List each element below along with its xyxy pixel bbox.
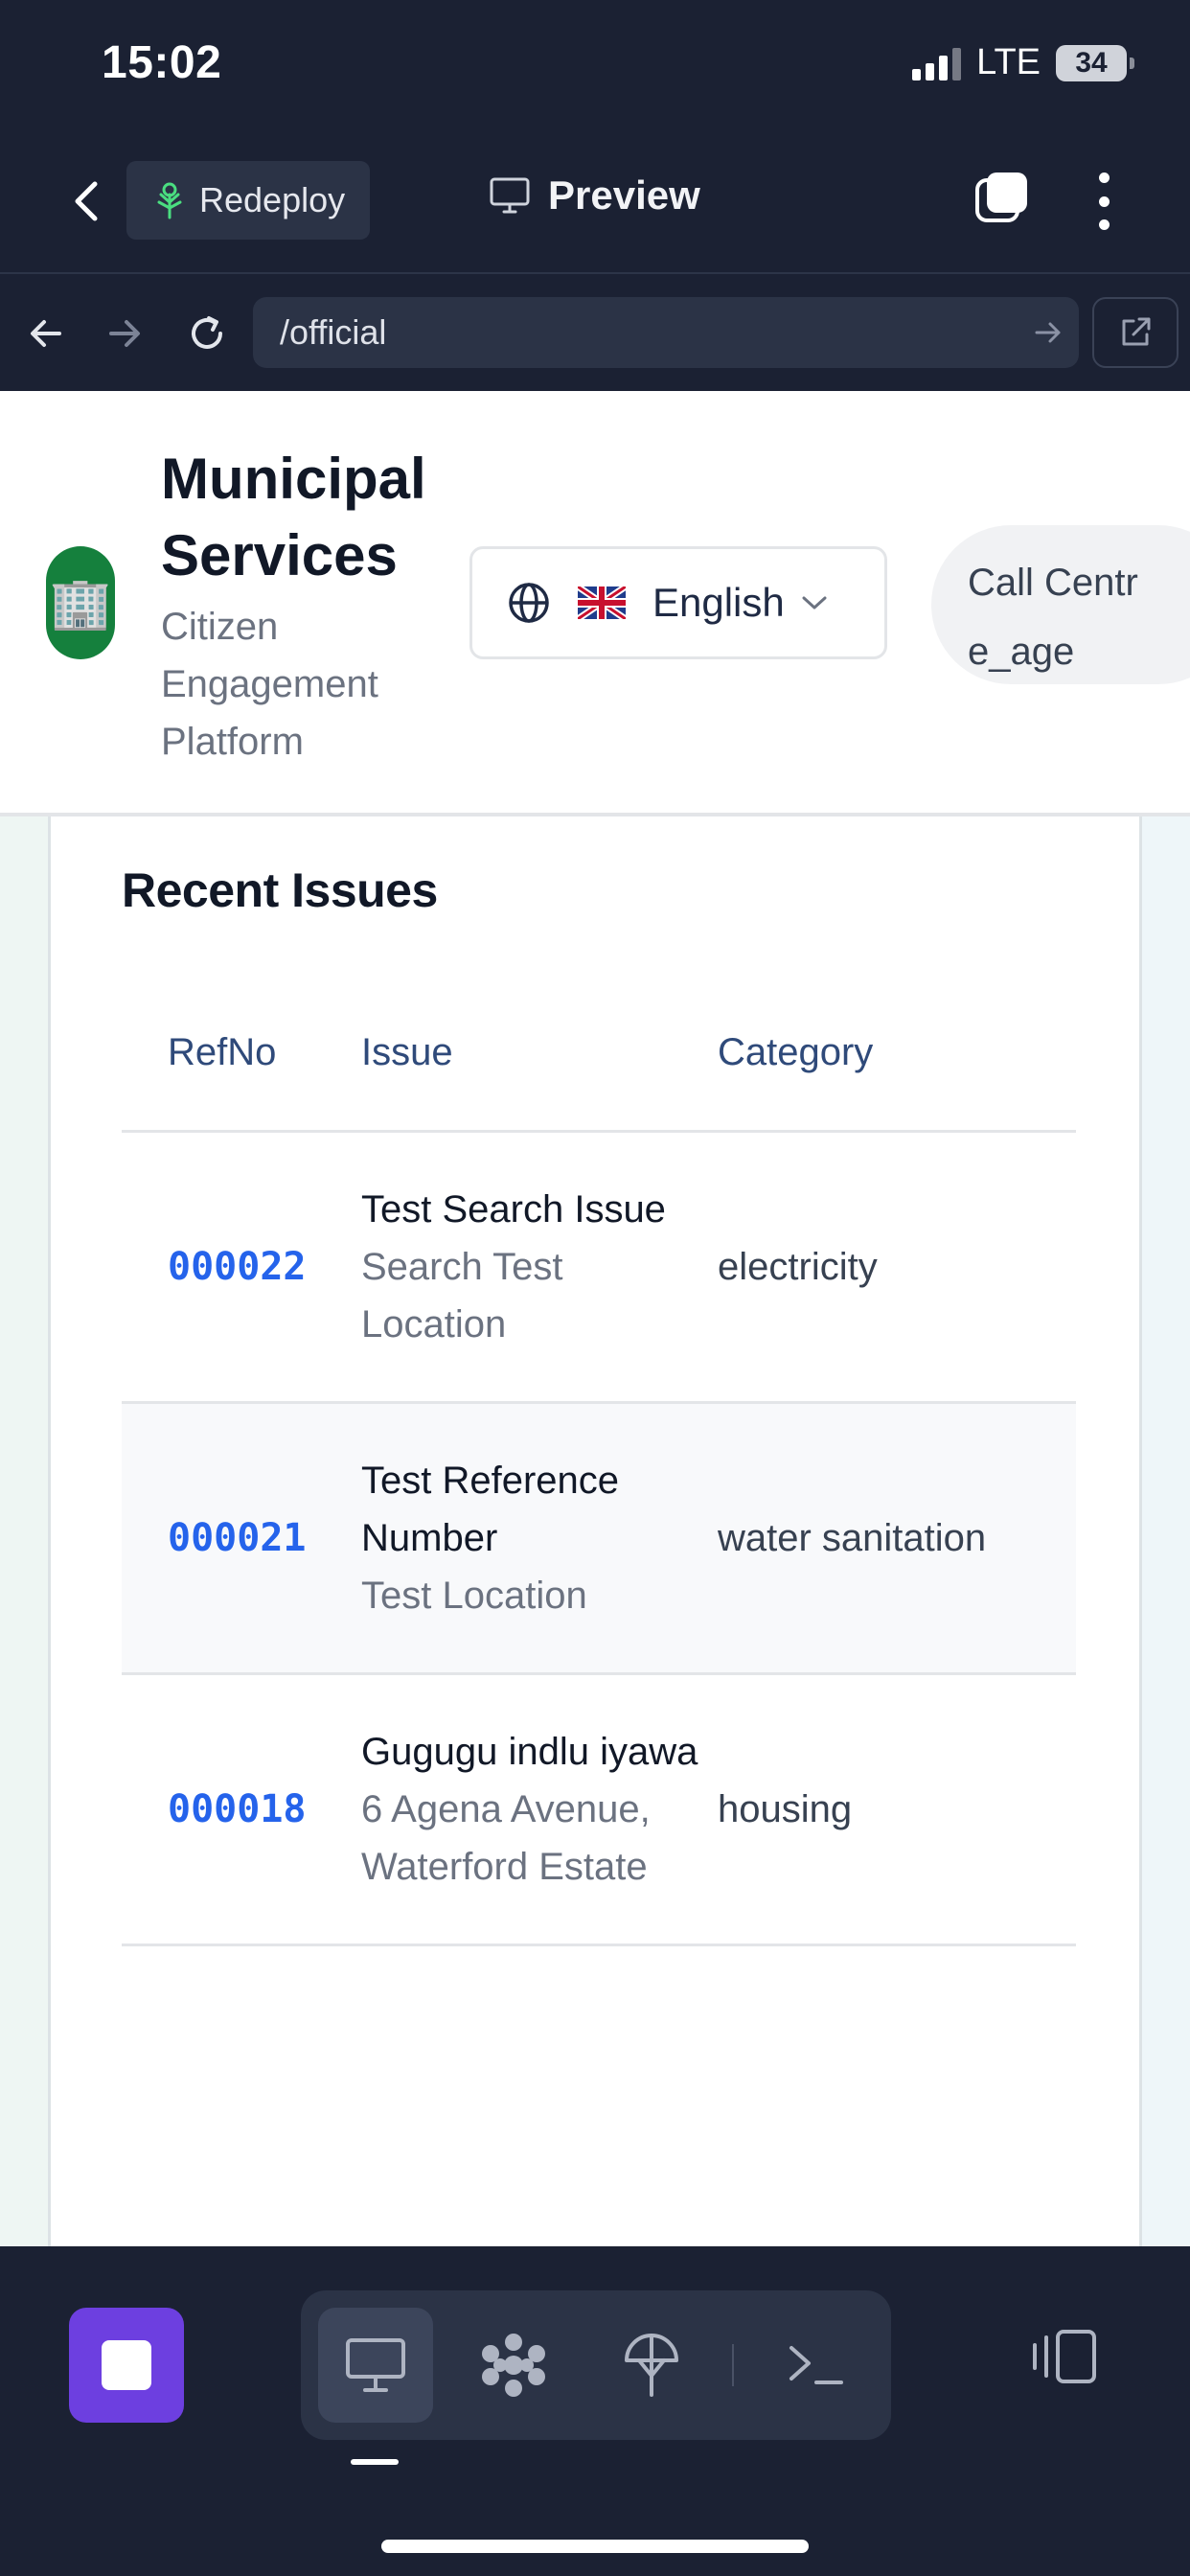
issue-category: water sanitation [718, 1517, 987, 1559]
network-type: LTE [976, 42, 1041, 82]
issues-table: RefNo Issue Category 000022 Test Search … [122, 976, 1076, 1946]
issue-ref-link[interactable]: 000018 [122, 1787, 361, 1831]
status-time: 15:02 [102, 37, 222, 88]
arrow-right-icon [109, 320, 140, 347]
issue-title: Test Reference Number [361, 1460, 620, 1559]
issue-ref-link[interactable]: 000021 [122, 1516, 361, 1560]
workspace-icon [482, 2334, 545, 2397]
tool-switcher [301, 2290, 891, 2440]
url-path: /official [280, 312, 387, 352]
chevron-left-icon [75, 181, 98, 221]
issue-location: Search Test Location [361, 1246, 563, 1346]
bottom-toolbar [0, 2246, 1190, 2576]
preview-tab-title: Preview [489, 172, 700, 218]
layout-icon [1033, 2330, 1096, 2383]
table-row[interactable]: 000022 Test Search Issue Search Test Loc… [122, 1133, 1076, 1404]
column-header-category: Category [718, 1031, 874, 1073]
status-indicators: LTE 34 [912, 42, 1134, 83]
cellular-signal-icon [912, 46, 962, 80]
app-subtitle: Citizen Engagement Platform [161, 606, 378, 763]
deploy-tool-button[interactable] [594, 2308, 709, 2423]
back-button[interactable] [57, 172, 115, 230]
user-role-badge[interactable]: Call Centre_age [931, 525, 1190, 684]
issue-category: housing [718, 1788, 853, 1830]
more-options-icon[interactable] [1088, 172, 1119, 230]
table-header: RefNo Issue Category [122, 976, 1076, 1133]
external-link-icon [1122, 317, 1151, 346]
layout-toggle-button[interactable] [1021, 2313, 1108, 2400]
issue-title: Test Search Issue [361, 1188, 666, 1230]
url-bar: /official [0, 276, 1190, 391]
issue-cell: Test Search Issue Search Test Location [361, 1133, 718, 1401]
open-external-button[interactable] [1092, 297, 1179, 368]
issue-title: Gugugu indlu iyawa [361, 1731, 698, 1773]
redeploy-label: Redeploy [199, 180, 346, 219]
browser-back-button[interactable] [17, 305, 75, 362]
reload-icon [192, 316, 222, 349]
language-label: English [652, 580, 785, 625]
reload-button[interactable] [178, 305, 236, 362]
user-role-label: Call Centre_age [968, 562, 1138, 673]
globe-icon [509, 583, 549, 623]
issue-location: Test Location [361, 1575, 587, 1617]
tabs-button[interactable] [973, 169, 1031, 226]
home-indicator[interactable] [381, 2540, 809, 2553]
column-header-refno: RefNo [168, 1031, 277, 1073]
monitor-icon [490, 177, 530, 214]
web-preview: 🏢 Municipal Services Citizen Engagement … [0, 391, 1190, 2246]
toolbar-divider [732, 2344, 734, 2386]
monitor-icon [346, 2338, 405, 2392]
app-title: Municipal Services [161, 447, 426, 587]
recent-issues-card: Recent Issues RefNo Issue Category 00002… [48, 816, 1142, 2246]
workspace-tool-button[interactable] [456, 2308, 571, 2423]
url-input[interactable]: /official [253, 297, 1079, 368]
app-header: 🏢 Municipal Services Citizen Engagement … [0, 391, 1190, 816]
preview-label: Preview [548, 172, 700, 218]
column-header-issue: Issue [361, 1031, 453, 1073]
recent-issues-title: Recent Issues [122, 863, 438, 917]
uk-flag-icon [578, 586, 626, 619]
issue-category: electricity [718, 1246, 878, 1288]
stop-icon [102, 2340, 151, 2390]
redeploy-button[interactable]: Redeploy [126, 161, 370, 240]
tabs-icon [975, 172, 1027, 222]
issue-location: 6 Agena Avenue, Waterford Estate [361, 1788, 651, 1888]
issue-ref-link[interactable]: 000022 [122, 1245, 361, 1289]
stop-button[interactable] [69, 2308, 184, 2423]
language-select[interactable]: English [469, 546, 887, 659]
issue-cell: Gugugu indlu iyawa 6 Agena Avenue, Water… [361, 1675, 718, 1944]
arrow-left-icon [31, 320, 61, 347]
table-row[interactable]: 000018 Gugugu indlu iyawa 6 Agena Avenue… [122, 1675, 1076, 1946]
issue-cell: Test Reference Number Test Location [361, 1404, 718, 1672]
preview-tool-button[interactable] [318, 2308, 433, 2423]
chevron-down-icon [802, 596, 827, 610]
deploy-tree-icon [157, 182, 182, 219]
top-nav: Redeploy Preview [0, 134, 1190, 274]
terminal-icon [790, 2346, 843, 2384]
shell-tool-button[interactable] [759, 2308, 874, 2423]
go-arrow-icon[interactable] [1033, 317, 1064, 348]
battery-icon: 34 [1056, 44, 1134, 81]
browser-forward-button[interactable] [96, 305, 153, 362]
status-bar: 15:02 LTE 34 [0, 0, 1190, 134]
deploy-icon [625, 2334, 678, 2397]
table-row[interactable]: 000021 Test Reference Number Test Locati… [122, 1404, 1076, 1675]
active-tool-indicator [351, 2459, 399, 2465]
building-icon: 🏢 [46, 546, 115, 659]
